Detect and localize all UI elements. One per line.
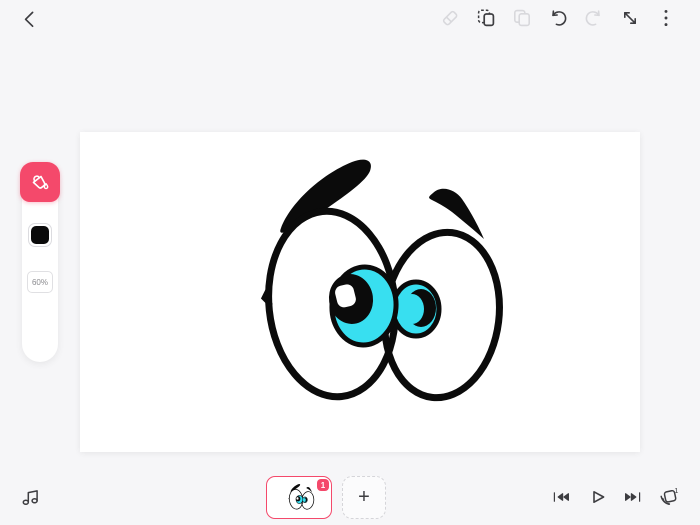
paste-icon xyxy=(474,6,498,30)
back-button[interactable] xyxy=(18,7,42,31)
skip-to-end-icon xyxy=(621,485,645,509)
redo-button xyxy=(582,6,606,30)
current-color-black xyxy=(31,226,49,244)
copy-icon xyxy=(510,6,534,30)
play-button[interactable] xyxy=(585,485,609,509)
frame-number-badge: 1 xyxy=(317,479,329,491)
cartoon-eyes-drawing xyxy=(80,132,640,452)
fill-bucket-tool-button[interactable] xyxy=(20,162,60,202)
back-chevron-icon xyxy=(18,7,42,31)
eraser-icon xyxy=(438,6,462,30)
copy-button xyxy=(510,6,534,30)
plus-icon: + xyxy=(358,486,370,508)
undo-button[interactable] xyxy=(546,6,570,30)
paste-button[interactable] xyxy=(474,6,498,30)
opacity-label: 60% xyxy=(31,277,48,287)
music-note-icon xyxy=(18,485,42,509)
more-menu-button[interactable] xyxy=(654,6,678,30)
paint-bucket-icon xyxy=(27,169,53,195)
onion-layers-count: 1 xyxy=(674,486,678,495)
undo-icon xyxy=(546,6,570,30)
skip-to-end-button[interactable] xyxy=(621,485,645,509)
skip-to-start-button[interactable] xyxy=(549,485,573,509)
resize-button[interactable] xyxy=(618,6,642,30)
add-frame-button[interactable]: + xyxy=(342,476,386,519)
onion-skin-layers-icon: 1 xyxy=(657,485,681,509)
frame-number: 1 xyxy=(320,480,326,490)
skip-to-start-icon xyxy=(549,485,573,509)
more-dots-icon xyxy=(654,6,678,30)
resize-diagonal-icon xyxy=(618,6,642,30)
drawing-canvas[interactable] xyxy=(80,132,640,452)
onion-skin-button[interactable]: 1 xyxy=(657,485,681,509)
redo-icon xyxy=(582,6,606,30)
top-toolbar xyxy=(438,6,678,30)
eraser-button xyxy=(438,6,462,30)
color-swatch-button[interactable] xyxy=(28,223,52,247)
frame-thumbnail-1[interactable]: 1 xyxy=(266,476,332,519)
music-button[interactable] xyxy=(17,484,43,510)
playback-controls: 1 xyxy=(549,485,681,509)
opacity-button[interactable]: 60% xyxy=(27,271,53,293)
play-icon xyxy=(585,485,609,509)
